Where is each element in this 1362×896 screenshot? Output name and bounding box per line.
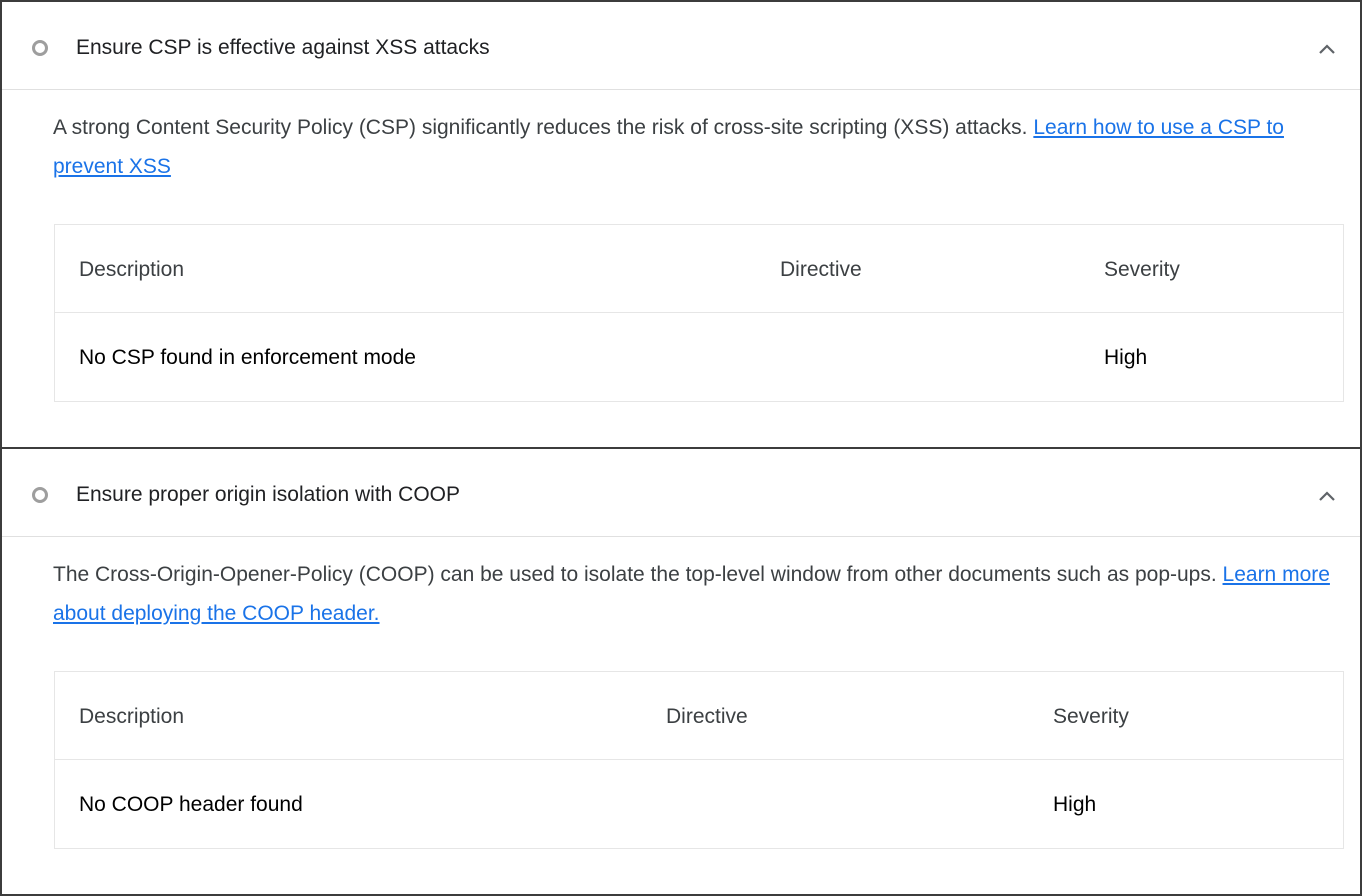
table-header-row: Description Directive Severity: [55, 225, 1343, 313]
audit-header[interactable]: Ensure proper origin isolation with COOP: [2, 449, 1360, 537]
description-text: The Cross-Origin-Opener-Policy (COOP) ca…: [53, 563, 1223, 586]
cell-description: No COOP header found: [79, 793, 303, 816]
audit-title: Ensure proper origin isolation with COOP: [76, 483, 461, 506]
column-header-severity: Severity: [1104, 258, 1180, 281]
column-header-severity: Severity: [1053, 705, 1129, 728]
audit-description: A strong Content Security Policy (CSP) s…: [53, 108, 1343, 186]
audit-coop-isolation: Ensure proper origin isolation with COOP…: [0, 447, 1362, 896]
column-header-description: Description: [79, 258, 185, 281]
audit-header[interactable]: Ensure CSP is effective against XSS atta…: [2, 2, 1360, 90]
description-text: A strong Content Security Policy (CSP) s…: [53, 116, 1034, 139]
circle-outline-icon: [32, 487, 48, 503]
chevron-up-icon[interactable]: [1316, 488, 1338, 504]
audit-table: Description Directive Severity No CSP fo…: [54, 224, 1344, 402]
audit-title: Ensure CSP is effective against XSS atta…: [76, 36, 490, 59]
audit-description: The Cross-Origin-Opener-Policy (COOP) ca…: [53, 555, 1343, 633]
chevron-up-icon[interactable]: [1316, 41, 1338, 57]
table-header-row: Description Directive Severity: [55, 672, 1343, 760]
column-header-directive: Directive: [666, 705, 748, 728]
audit-table: Description Directive Severity No COOP h…: [54, 671, 1344, 849]
circle-outline-icon: [32, 40, 48, 56]
cell-description: No CSP found in enforcement mode: [79, 346, 416, 369]
table-row: No CSP found in enforcement mode High: [55, 313, 1343, 401]
column-header-description: Description: [79, 705, 185, 728]
cell-severity: High: [1053, 793, 1097, 816]
column-header-directive: Directive: [780, 258, 862, 281]
table-row: No COOP header found High: [55, 760, 1343, 848]
audit-csp-xss: Ensure CSP is effective against XSS atta…: [0, 0, 1362, 449]
cell-severity: High: [1104, 346, 1148, 369]
